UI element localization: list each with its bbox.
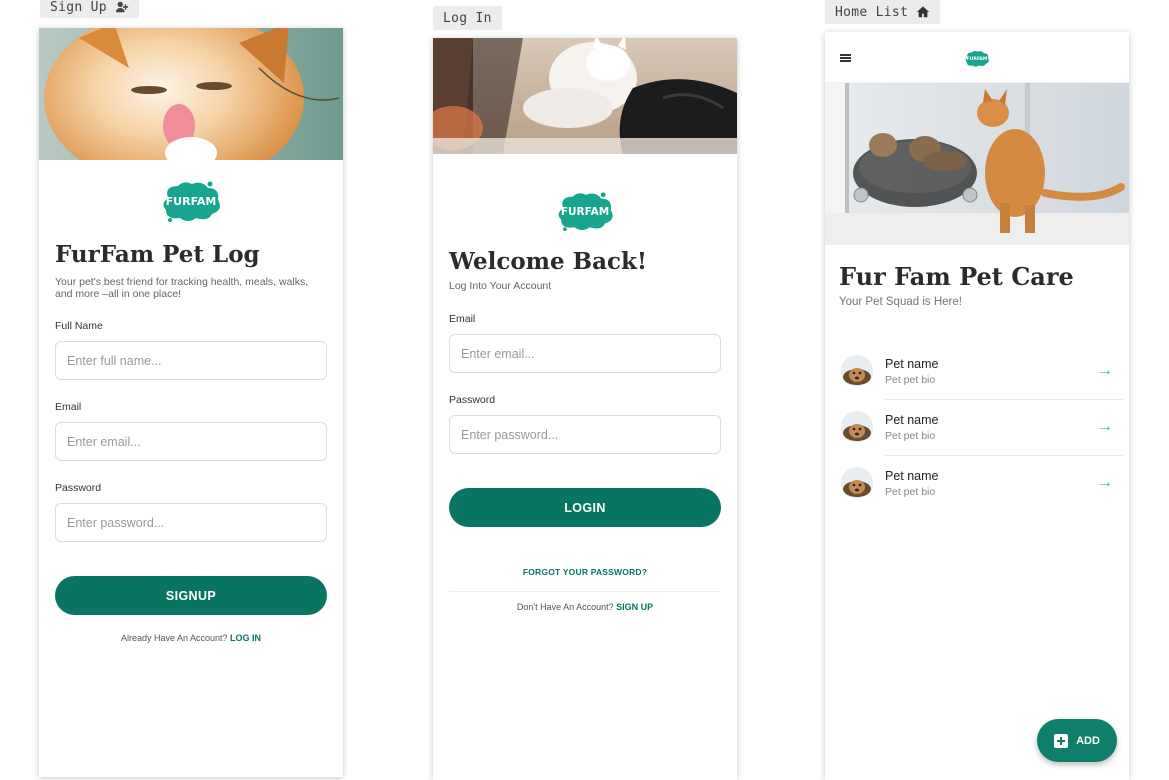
pet-name: Pet name	[885, 412, 939, 427]
add-label: ADD	[1076, 734, 1100, 747]
signup-title: FurFam Pet Log	[55, 241, 260, 268]
signup-password-label: Password	[55, 482, 102, 494]
login-footer: Don't Have An Account? SIGN UP	[449, 602, 721, 612]
signup-hero-image	[39, 28, 343, 160]
pet-bio: Pet pet bio	[885, 373, 936, 386]
login-hero-image	[433, 38, 737, 154]
svg-text:FURFAM: FURFAM	[166, 195, 217, 208]
user-plus-icon	[115, 1, 129, 13]
login-email-input[interactable]	[449, 334, 721, 373]
furfam-logo-icon: FURFAM	[558, 192, 613, 232]
pet-list-item[interactable]: Pet name Pet pet bio →	[841, 343, 1121, 399]
home-screen: FURFAM Fur Fam Pet Care Your Pet Squad i…	[825, 32, 1129, 780]
signup-password-input[interactable]	[55, 503, 327, 542]
home-subtitle: Your Pet Squad is Here!	[839, 296, 962, 308]
plus-box-icon	[1054, 733, 1069, 748]
signup-frame-tag: Sign Up	[40, 0, 139, 18]
login-email-label: Email	[449, 313, 476, 325]
signup-link[interactable]: SIGN UP	[616, 602, 653, 612]
login-button[interactable]: LOGIN	[449, 488, 721, 527]
signup-button[interactable]: SIGNUP	[55, 576, 327, 615]
signup-tag-label: Sign Up	[50, 0, 107, 15]
signup-email-label: Email	[55, 401, 82, 413]
furfam-logo-icon: FURFAM	[163, 181, 220, 222]
login-subtitle: Log Into Your Account	[449, 280, 552, 292]
login-password-input[interactable]	[449, 415, 721, 454]
pet-list-item[interactable]: Pet name Pet pet bio →	[841, 399, 1121, 455]
full-name-input[interactable]	[55, 341, 327, 380]
svg-text:FURFAM: FURFAM	[561, 206, 609, 218]
pet-avatar	[841, 467, 873, 499]
home-title: Fur Fam Pet Care	[839, 262, 1074, 291]
signup-footer: Already Have An Account? LOG IN	[55, 633, 327, 643]
pet-bio: Pet pet bio	[885, 485, 936, 498]
login-title: Welcome Back!	[449, 248, 648, 275]
hamburger-icon[interactable]	[840, 54, 851, 62]
pet-avatar	[841, 355, 873, 387]
login-frame-tag: Log In	[433, 6, 502, 30]
login-link[interactable]: LOG IN	[230, 633, 261, 643]
pet-text: Pet name Pet pet bio	[885, 469, 1097, 498]
pet-name: Pet name	[885, 468, 939, 483]
home-frame-tag: Home List	[825, 0, 941, 24]
login-tag-label: Log In	[443, 10, 492, 26]
arrow-right-icon[interactable]: →	[1097, 362, 1121, 380]
arrow-right-icon[interactable]: →	[1097, 418, 1121, 436]
pet-name: Pet name	[885, 356, 939, 371]
signup-screen: FURFAM FurFam Pet Log Your pet's best fr…	[39, 28, 343, 777]
forgot-password-link[interactable]: FORGOT YOUR PASSWORD?	[449, 567, 721, 577]
pet-text: Pet name Pet pet bio	[885, 357, 1097, 386]
login-divider	[449, 591, 721, 592]
home-hero-image	[825, 83, 1129, 245]
signup-footer-text: Already Have An Account?	[120, 633, 228, 643]
signup-subtitle: Your pet's best friend for tracking heal…	[55, 276, 309, 300]
add-pet-button[interactable]: ADD	[1037, 719, 1117, 762]
home-tag-label: Home List	[835, 4, 909, 20]
pet-list-item[interactable]: Pet name Pet pet bio →	[841, 455, 1121, 511]
signup-logo: FURFAM	[39, 180, 343, 224]
login-screen: FURFAM Welcome Back! Log Into Your Accou…	[433, 38, 737, 780]
app-bar-logo-icon: FURFAM	[965, 50, 989, 67]
svg-text:FURFAM: FURFAM	[967, 56, 988, 62]
login-footer-text: Don't Have An Account?	[516, 602, 614, 612]
login-logo: FURFAM	[433, 191, 737, 233]
home-icon	[917, 6, 930, 18]
pet-avatar	[841, 411, 873, 443]
pet-text: Pet name Pet pet bio	[885, 413, 1097, 442]
app-bar: FURFAM	[825, 32, 1129, 83]
arrow-right-icon[interactable]: →	[1097, 474, 1121, 492]
login-password-label: Password	[449, 394, 496, 406]
full-name-label: Full Name	[55, 320, 103, 332]
pet-bio: Pet pet bio	[885, 429, 936, 442]
signup-email-input[interactable]	[55, 422, 327, 461]
